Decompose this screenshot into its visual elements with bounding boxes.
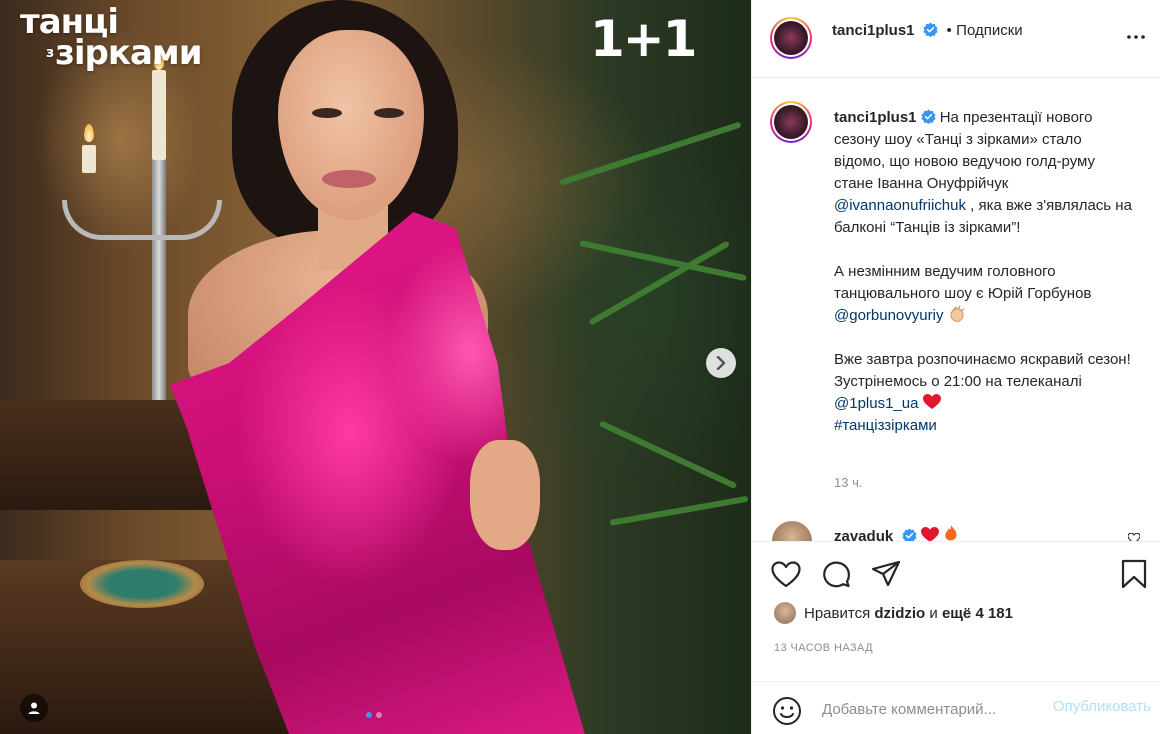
carousel-dots <box>366 712 382 718</box>
following-button[interactable]: Подписки <box>956 22 1023 39</box>
avatar-border <box>772 19 810 57</box>
post-header: tanci1plus1 • Подписки <box>752 0 1160 78</box>
like-button[interactable] <box>770 558 802 590</box>
post-side-panel: tanci1plus1 • Подписки tanci1plus1 На пр… <box>751 0 1160 734</box>
header-user-line: tanci1plus1 • Подписки <box>832 21 1023 41</box>
post-actions: Нравится dzidzio и ещё 4 181 13 ЧАСОВ НА… <box>752 541 1160 681</box>
red-heart-emoji-icon <box>922 394 941 409</box>
liker-avatar <box>774 602 796 624</box>
caption-text-3a: Вже завтра розпочинаємо яскравий сезон! … <box>834 351 1131 390</box>
candle-flame <box>84 124 94 142</box>
fire-emoji-icon <box>944 525 957 541</box>
caption-username[interactable]: tanci1plus1 <box>834 109 917 126</box>
carousel-dot-active <box>366 712 372 718</box>
verified-badge-icon <box>923 22 938 37</box>
commenter-avatar[interactable] <box>772 521 812 541</box>
show-title-line2: ззірками <box>46 33 203 73</box>
bookmark-icon <box>1121 559 1147 589</box>
clapping-hands-emoji-icon <box>950 305 965 322</box>
comments-area[interactable]: tanci1plus1 На презентації нового сезону… <box>752 79 1160 541</box>
show-title-small: з <box>46 45 54 61</box>
candelabra-arm <box>62 200 222 240</box>
avatar-border <box>772 103 810 141</box>
comment-bubble-icon <box>823 561 850 588</box>
commenter-line: zavaduk <box>834 525 958 541</box>
caption-paragraph-1: tanci1plus1 На презентації нового сезону… <box>834 107 1134 239</box>
post-caption: tanci1plus1 На презентації нового сезону… <box>834 107 1134 459</box>
user-icon <box>28 702 40 714</box>
paper-plane-icon <box>871 560 901 587</box>
chevron-right-icon <box>716 356 726 370</box>
caption-avatar[interactable] <box>770 101 812 143</box>
mention-link[interactable]: @ivannaonufriichuk <box>834 197 966 214</box>
carousel-dot <box>376 712 382 718</box>
emoji-smiley-icon[interactable] <box>772 696 802 726</box>
comment-button[interactable] <box>820 558 852 590</box>
decorative-plate <box>80 560 204 608</box>
more-options-button[interactable] <box>1125 26 1147 48</box>
liker-username[interactable]: dzidzio <box>874 605 925 622</box>
likes-count[interactable]: ещё 4 181 <box>942 605 1013 622</box>
likes-summary[interactable]: Нравится dzidzio и ещё 4 181 <box>774 602 1013 624</box>
likes-conj: и <box>929 604 938 622</box>
caption-text-2a: А незмінним ведучим головного танцювальн… <box>834 263 1092 302</box>
red-heart-emoji-icon <box>921 527 940 541</box>
candle <box>82 145 96 173</box>
lips <box>322 170 376 188</box>
caption-time[interactable]: 13 ч. <box>834 475 862 490</box>
comment-input[interactable] <box>822 694 1030 724</box>
caption-paragraph-3: Вже завтра розпочинаємо яскравий сезон! … <box>834 349 1134 437</box>
heart-icon <box>771 560 801 587</box>
verified-badge-icon <box>902 528 917 541</box>
mention-link[interactable]: @gorbunovyuriy <box>834 307 943 324</box>
publish-comment-button[interactable]: Опубликовать <box>1053 698 1151 715</box>
more-horizontal-icon <box>1127 35 1145 39</box>
show-title-overlay: танці ззірками <box>20 4 203 73</box>
post-media[interactable]: танці ззірками 1+1 <box>0 0 751 734</box>
comment-preview: zavaduk <box>772 521 1152 541</box>
tagged-users-button[interactable] <box>20 694 48 722</box>
share-button[interactable] <box>870 558 902 590</box>
carousel-next-button[interactable] <box>706 348 736 378</box>
save-button[interactable] <box>1118 558 1150 590</box>
eye <box>374 108 404 118</box>
header-separator: • <box>946 22 952 39</box>
header-username[interactable]: tanci1plus1 <box>832 22 915 39</box>
profile-avatar[interactable] <box>770 17 812 59</box>
avatar-image <box>774 21 808 55</box>
likes-prefix: Нравится <box>804 604 871 622</box>
add-comment-bar: Опубликовать <box>752 681 1160 734</box>
hashtag-link[interactable]: #танціззірками <box>834 417 937 434</box>
candle <box>152 70 166 160</box>
show-title-word: зірками <box>55 33 202 73</box>
caption-paragraph-2: А незмінним ведучим головного танцювальн… <box>834 261 1134 327</box>
channel-logo: 1+1 <box>590 10 697 68</box>
commenter-username[interactable]: zavaduk <box>834 528 893 541</box>
mention-link[interactable]: @1plus1_ua <box>834 395 918 412</box>
eye <box>312 108 342 118</box>
verified-badge-icon <box>921 109 936 124</box>
woman-hand <box>470 440 540 550</box>
post-timestamp[interactable]: 13 ЧАСОВ НАЗАД <box>774 642 873 654</box>
comment-like-heart-icon[interactable] <box>1128 533 1140 541</box>
avatar-image <box>774 105 808 139</box>
